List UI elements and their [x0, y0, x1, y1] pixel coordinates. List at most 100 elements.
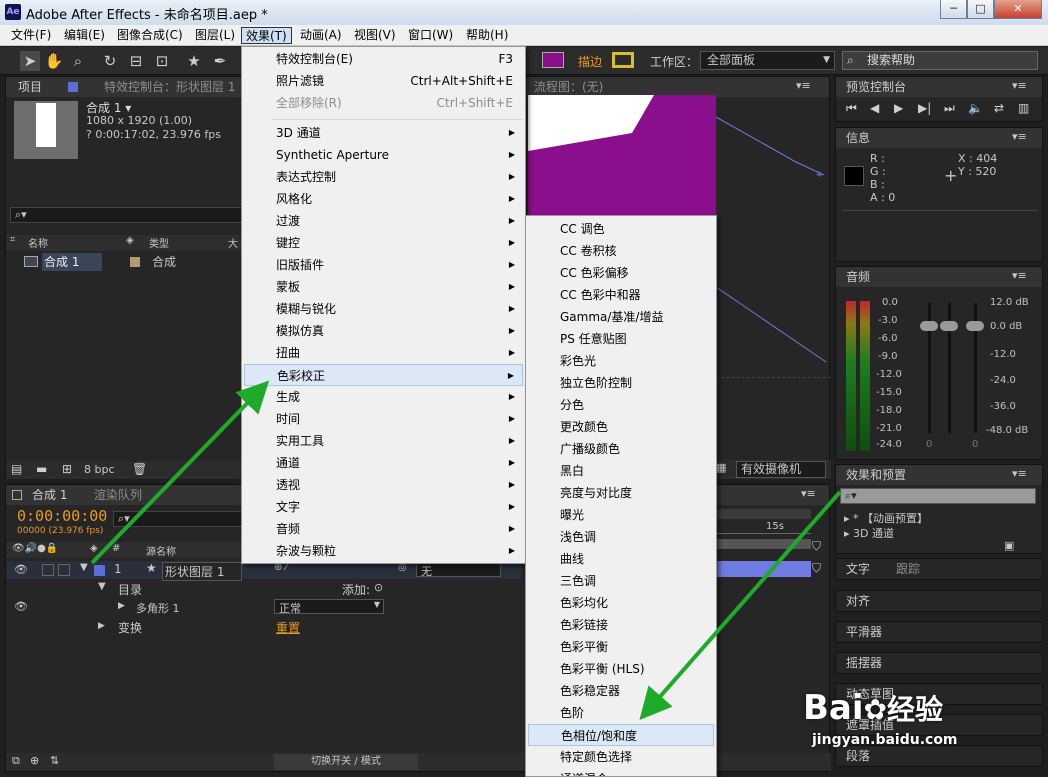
submenu-item-cc-color-offset[interactable]: CC 色彩偏移 — [528, 262, 714, 284]
transparency-grid-icon[interactable]: ▦ — [716, 461, 726, 474]
submenu-item-change-color[interactable]: 更改颜色 — [528, 416, 714, 438]
next-frame-icon[interactable]: ▶| — [918, 101, 931, 115]
menu-composition[interactable]: 图像合成(C) — [113, 27, 187, 44]
menu-item-stylize[interactable]: 风格化 ▶ — [244, 188, 523, 210]
lock-switch[interactable] — [58, 564, 70, 576]
submenu-item-curves[interactable]: 曲线 — [528, 548, 714, 570]
menu-item-effect-controls[interactable]: 特效控制台(E) F3 — [244, 48, 523, 70]
menu-item-synthetic-aperture[interactable]: Synthetic Aperture ▶ — [244, 144, 523, 166]
col-size[interactable]: 大 — [228, 235, 238, 250]
reset-link[interactable]: 重置 — [276, 619, 300, 636]
layer-switches-icon[interactable]: ⧉ — [12, 754, 20, 768]
submenu-item-cc-toner[interactable]: CC 调色 — [528, 218, 714, 240]
ram-preview-icon[interactable]: ▥ — [1018, 101, 1029, 115]
submenu-item-levels-individual[interactable]: 独立色阶控制 — [528, 372, 714, 394]
menu-edit[interactable]: 编辑(E) — [60, 27, 109, 44]
comp-marker-icon[interactable]: ⛉ — [812, 539, 821, 554]
interpret-footage-icon[interactable]: ▤ — [11, 462, 22, 476]
menu-item-perspective[interactable]: 透视 ▶ — [244, 474, 523, 496]
camera-select[interactable]: 有效摄像机 — [736, 461, 826, 478]
submenu-item-color-stabilizer[interactable]: 色彩稳定器 — [528, 680, 714, 702]
pen-tool-icon[interactable]: ✒ — [210, 51, 230, 71]
submenu-item-hue-saturation[interactable]: 色相位/饱和度 — [528, 724, 714, 746]
col-source-name[interactable]: 源名称 — [146, 543, 176, 558]
loop-icon[interactable]: ⇄ — [994, 101, 1004, 115]
menu-item-noise-grain[interactable]: 杂波与颗粒 ▶ — [244, 540, 523, 562]
menu-item-text[interactable]: 文字 ▶ — [244, 496, 523, 518]
menu-item-matte[interactable]: 蒙板 ▶ — [244, 276, 523, 298]
tab-wiggler[interactable]: 摇摆器 — [846, 653, 882, 673]
current-timecode[interactable]: 0:00:00:00 — [17, 507, 107, 525]
menu-item-keying[interactable]: 键控 ▶ — [244, 232, 523, 254]
tab-flowchart[interactable]: 流程图：(无) — [534, 77, 603, 97]
submenu-item-equalize[interactable]: 色彩均化 — [528, 592, 714, 614]
submenu-item-black-white[interactable]: 黑白 — [528, 460, 714, 482]
expand-triangle-icon[interactable]: ▼ — [98, 581, 106, 592]
tab-project[interactable]: 项目 — [18, 77, 42, 97]
menu-animation[interactable]: 动画(A) — [296, 27, 346, 44]
minimize-button[interactable]: ─ — [940, 0, 967, 19]
submenu-item-ps-arbitrary-map[interactable]: PS 任意贴图 — [528, 328, 714, 350]
menu-item-distort[interactable]: 扭曲 ▶ — [244, 342, 523, 364]
menu-help[interactable]: 帮助(H) — [462, 27, 512, 44]
maximize-button[interactable]: □ — [967, 0, 994, 19]
selection-tool-icon[interactable]: ➤ — [20, 51, 40, 71]
bit-depth[interactable]: 8 bpc — [84, 463, 115, 476]
menu-item-blur-sharpen[interactable]: 模糊与锐化 ▶ — [244, 298, 523, 320]
search-help-input[interactable]: ⌕ 搜索帮助 — [842, 51, 1038, 70]
zoom-tool-icon[interactable]: ⌕ — [68, 51, 88, 71]
submenu-item-leave-color[interactable]: 分色 — [528, 394, 714, 416]
hand-tool-icon[interactable]: ✋ — [44, 51, 64, 71]
submenu-item-selective-color[interactable]: 特定颜色选择 — [528, 746, 714, 768]
eye-icon[interactable]: 👁 — [14, 563, 28, 576]
tab-track[interactable]: 跟踪 — [896, 559, 920, 579]
fader-right-handle[interactable] — [966, 321, 984, 331]
submenu-item-tint[interactable]: 浅色调 — [528, 526, 714, 548]
solo-switch[interactable] — [42, 564, 54, 576]
preset-item-3d[interactable]: ▸ 3D 通道 — [844, 525, 894, 541]
rotation-tool-icon[interactable]: ↻ — [100, 51, 120, 71]
submenu-item-broadcast-colors[interactable]: 广播级颜色 — [528, 438, 714, 460]
stroke-label[interactable]: 描边 — [578, 53, 602, 70]
new-preset-icon[interactable]: ▣ — [1004, 539, 1014, 552]
expand-triangle-icon[interactable]: ▶ — [98, 621, 105, 631]
layer-marker-icon[interactable]: ⛉ — [812, 561, 821, 576]
tab-preview[interactable]: 预览控制台 — [846, 77, 906, 97]
star-tool-icon[interactable]: ★ — [184, 51, 204, 71]
menu-view[interactable]: 视图(V) — [350, 27, 400, 44]
transform-label[interactable]: 变换 — [118, 619, 142, 636]
menu-layer[interactable]: 图层(L) — [191, 27, 239, 44]
layer-label-color[interactable] — [94, 565, 105, 576]
tab-audio[interactable]: 音频 — [846, 267, 870, 287]
first-frame-icon[interactable]: ⏮ — [846, 101, 857, 116]
pan-behind-tool-icon[interactable]: ⊡ — [152, 51, 172, 71]
previous-frame-icon[interactable]: ◀ — [870, 101, 879, 115]
add-button-icon[interactable]: ⊙ — [374, 581, 383, 594]
tab-text[interactable]: 文字 — [846, 559, 870, 579]
expand-triangle-icon[interactable]: ▼ — [80, 562, 88, 573]
menu-item-utility[interactable]: 实用工具 ▶ — [244, 430, 523, 452]
play-icon[interactable]: ▶ — [894, 101, 903, 115]
panel-menu-icon[interactable]: ▾≡ — [801, 487, 816, 500]
menu-item-obsolete[interactable]: 旧版插件 ▶ — [244, 254, 523, 276]
menu-item-audio[interactable]: 音频 ▶ — [244, 518, 523, 540]
menu-item-color-correction[interactable]: 色彩校正 ▶ — [244, 364, 523, 386]
submenu-item-cc-kernel[interactable]: CC 卷积核 — [528, 240, 714, 262]
tab-smoother[interactable]: 平滑器 — [846, 622, 882, 642]
anchor-point-icon[interactable]: ⌖ — [816, 167, 823, 182]
menu-item-expression-controls[interactable]: 表达式控制 ▶ — [244, 166, 523, 188]
submenu-item-gamma-pedestal-gain[interactable]: Gamma/基准/增益 — [528, 306, 714, 328]
eye-icon[interactable]: 👁 — [14, 600, 28, 613]
tab-info[interactable]: 信息 — [846, 128, 870, 148]
tab-effects-presets[interactable]: 效果和预置 — [846, 465, 906, 485]
menu-item-generate[interactable]: 生成 ▶ — [244, 386, 523, 408]
trash-icon[interactable]: 🗑 — [132, 462, 147, 476]
audio-icon[interactable]: 🔈 — [968, 101, 983, 115]
col-name[interactable]: 名称 — [28, 235, 48, 250]
last-frame-icon[interactable]: ⏭ — [944, 101, 955, 116]
camera-tool-icon[interactable]: ⊟ — [126, 51, 146, 71]
tab-render-queue[interactable]: 渲染队列 — [94, 485, 142, 505]
transfer-controls-icon[interactable]: ⊕ — [30, 754, 39, 767]
new-comp-icon[interactable]: ⊞ — [62, 462, 72, 476]
panel-menu-icon[interactable]: ▾≡ — [1012, 79, 1027, 92]
